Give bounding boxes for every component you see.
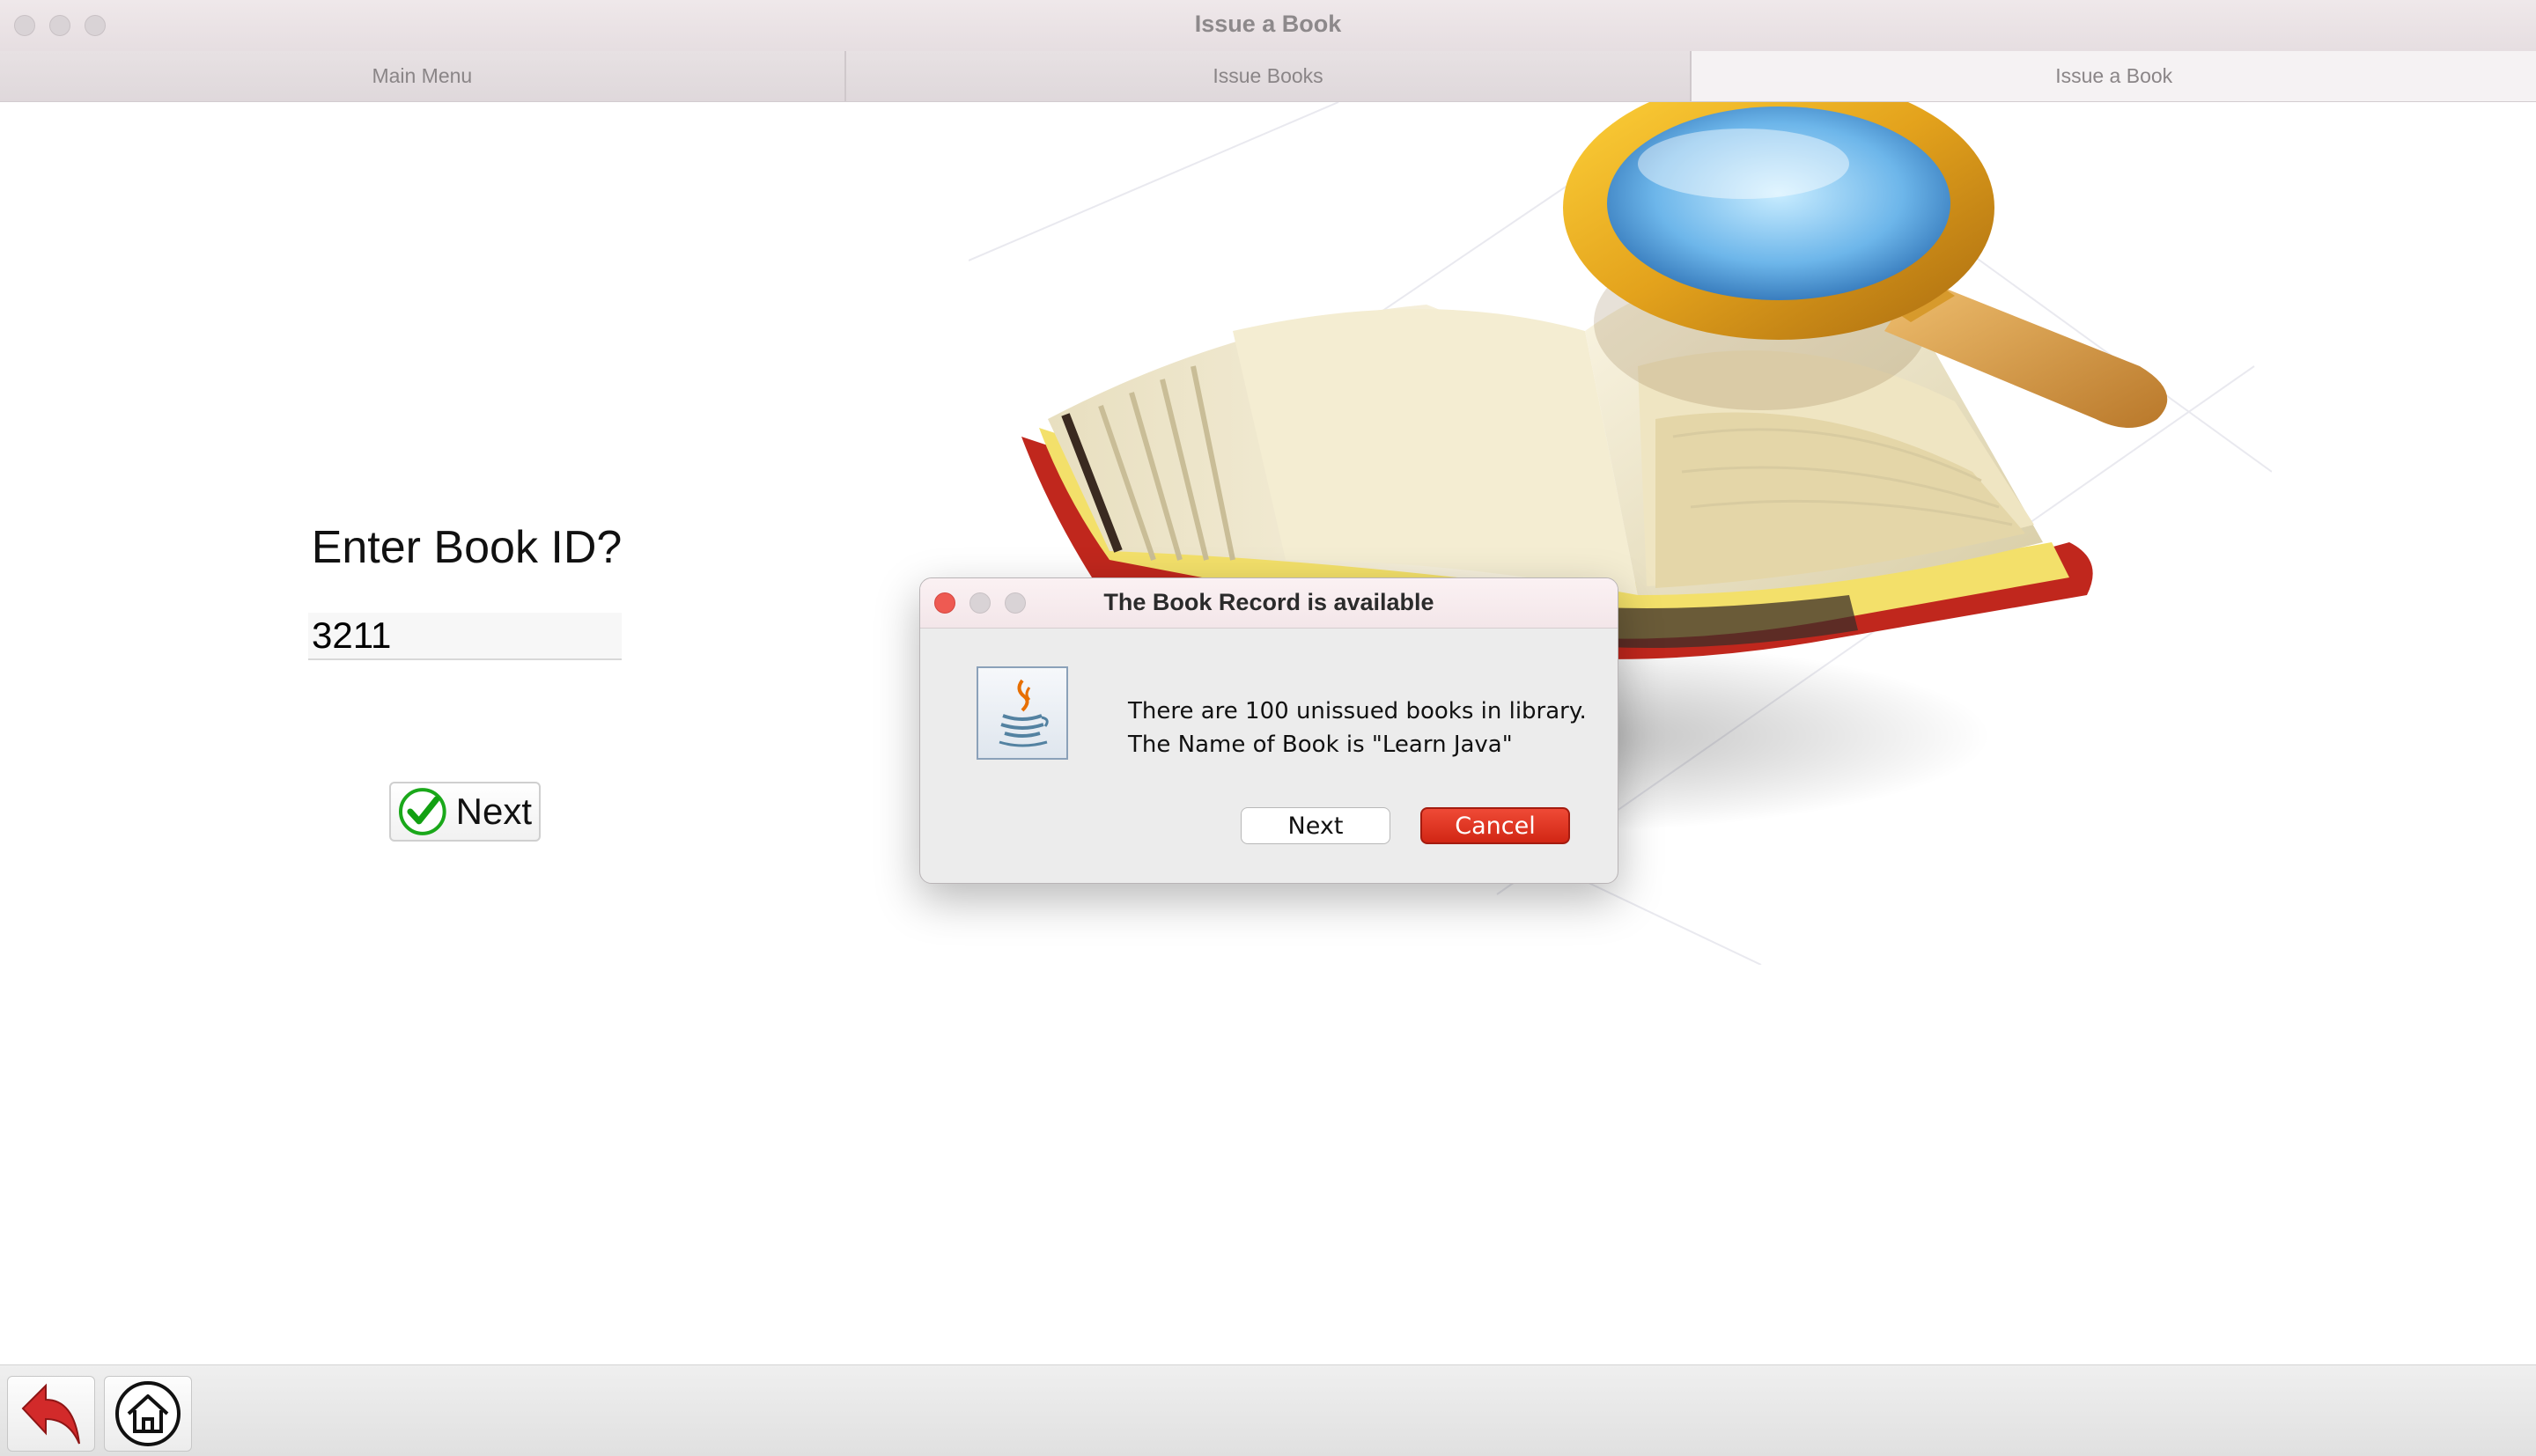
tab-issue-a-book[interactable]: Issue a Book <box>1692 51 2536 101</box>
book-id-input[interactable] <box>308 613 622 660</box>
book-available-dialog: The Book Record is available There are 1… <box>919 577 1618 884</box>
dialog-next-button[interactable]: Next <box>1241 807 1390 844</box>
dialog-cancel-button[interactable]: Cancel <box>1420 807 1570 844</box>
bottom-toolbar <box>0 1364 2536 1456</box>
tab-main-menu[interactable]: Main Menu <box>0 51 846 101</box>
tab-issue-books[interactable]: Issue Books <box>845 51 1692 101</box>
dialog-message: There are 100 unissued books in library.… <box>1128 695 1587 761</box>
title-bar: Issue a Book <box>0 0 2536 52</box>
green-check-icon <box>398 788 446 835</box>
java-icon <box>977 666 1068 760</box>
dialog-message-line-2: The Name of Book is "Learn Java" <box>1128 732 1513 758</box>
next-button-label: Next <box>455 791 532 832</box>
home-icon <box>115 1381 181 1446</box>
dialog-title: The Book Record is available <box>1103 589 1434 615</box>
back-arrow-icon <box>21 1383 80 1445</box>
app-window: Issue a Book Main Menu Issue Books Issue… <box>0 0 2536 1456</box>
window-title: Issue a Book <box>1194 11 1342 37</box>
tab-bar: Main Menu Issue Books Issue a Book <box>0 51 2536 102</box>
home-button[interactable] <box>104 1376 192 1452</box>
dialog-message-line-1: There are 100 unissued books in library. <box>1128 698 1587 724</box>
next-button[interactable]: Next <box>389 782 541 842</box>
dialog-title-bar: The Book Record is available <box>920 578 1618 629</box>
book-id-prompt: Enter Book ID? <box>311 522 623 573</box>
back-button[interactable] <box>7 1376 95 1452</box>
